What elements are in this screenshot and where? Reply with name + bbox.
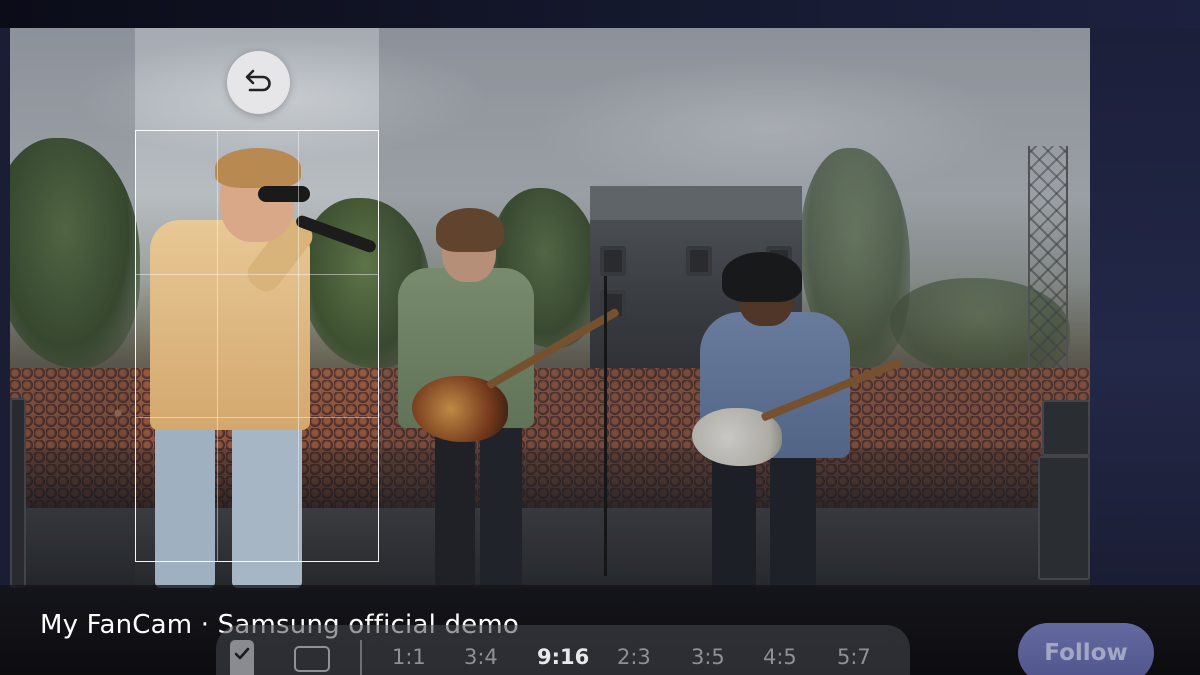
side-strip (1090, 28, 1200, 588)
left-edge (0, 28, 10, 588)
confirm-button[interactable] (230, 640, 254, 675)
ratio-1-1[interactable]: 1:1 (392, 645, 426, 669)
undo-arrow-icon (244, 67, 274, 98)
crop-grid-line (217, 131, 218, 561)
ratio-2-3[interactable]: 2:3 (617, 645, 651, 669)
ratio-4-5[interactable]: 4:5 (763, 645, 797, 669)
ratio-5-7[interactable]: 5:7 (837, 645, 871, 669)
ratio-divider (360, 640, 362, 675)
ratio-3-5[interactable]: 3:5 (691, 645, 725, 669)
crop-frame[interactable] (135, 130, 379, 562)
undo-button[interactable] (227, 51, 290, 114)
crop-grid-line (136, 417, 378, 418)
frame-rectangle-icon[interactable] (294, 646, 330, 672)
crop-outside-left (10, 28, 135, 588)
crop-outside-right (379, 28, 1090, 588)
follow-button[interactable]: Follow (1018, 623, 1154, 675)
top-strip (0, 0, 1200, 28)
ratio-9-16[interactable]: 9:16 (537, 645, 589, 669)
crop-grid-line (298, 131, 299, 561)
ratio-3-4[interactable]: 3:4 (464, 645, 498, 669)
checkmark-icon (234, 647, 250, 675)
crop-grid-line (136, 274, 378, 275)
